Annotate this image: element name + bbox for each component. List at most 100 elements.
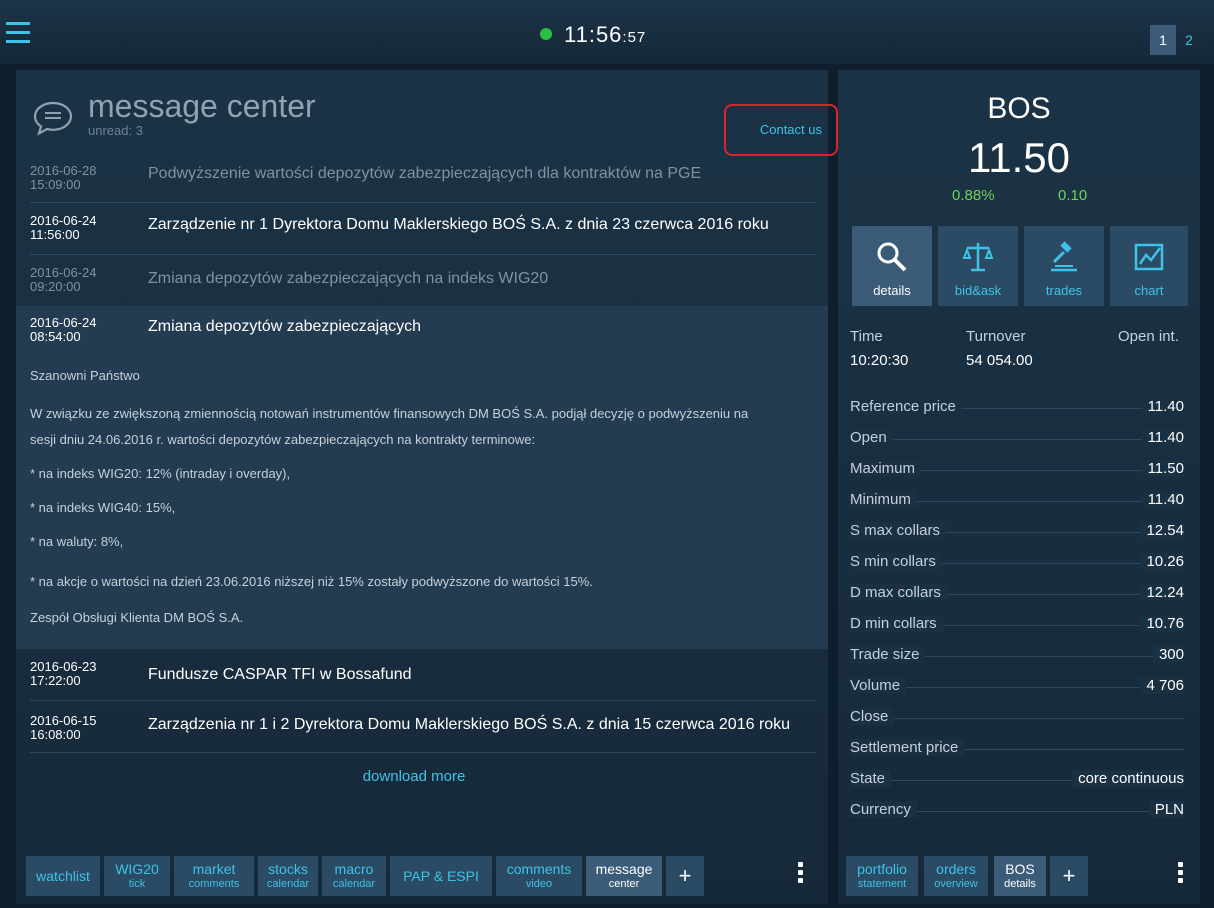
clock-main: 11:56 [564,22,623,47]
detail-label: D min collars [850,615,943,632]
message-subject: Zarządzenia nr 1 i 2 Dyrektora Domu Makl… [148,716,791,733]
detail-value: 11.40 [1141,491,1184,508]
detail-value: 10.26 [1140,553,1184,570]
clock: 11:56:57 [540,22,646,48]
message-body-line: * na indeks WIG40: 15%, [30,500,176,515]
message-body-line: Zespół Obsługi Klienta DM BOŚ S.A. [30,610,244,625]
more-options-icon[interactable] [798,862,804,886]
turnover-header: Turnover [966,328,1026,345]
message-row[interactable]: 2016-06-15 16:08:00 Zarządzenia nr 1 i 2 … [16,708,828,752]
detail-label: Reference price [850,398,962,415]
leader-line [850,718,1184,719]
hamburger-menu-icon[interactable] [6,22,42,48]
message-subject: Fundusze CASPAR TFI w Bossafund [148,666,412,683]
time-header: Time [850,328,883,345]
message-row[interactable]: 2016-06-23 17:22:00 Fundusze CASPAR TFI w… [16,656,828,700]
detail-row: S min collars 10.26 [850,553,1184,577]
message-date: 2016-06-15 16:08:00 [30,713,97,742]
detail-value: 10.76 [1140,615,1184,632]
tab-message-center[interactable]: message center [586,856,662,896]
detail-label: Close [850,708,895,725]
detail-row: Settlement price [850,739,1184,763]
message-body-line: sesji dniu 24.06.2016 r. wartości depozy… [30,432,536,447]
tab-bid-ask[interactable]: bid&ask [938,226,1018,306]
message-row[interactable]: 2016-06-24 09:20:00 Zmiana depozytów zabe… [16,262,828,306]
message-date: 2016-06-24 11:56:00 [30,213,97,242]
message-date: 2016-06-24 09:20:00 [30,265,97,294]
chart-icon [1134,243,1164,271]
message-date: 2016-06-28 15:09:00 [30,163,97,192]
tab-stocks-calendar[interactable]: stocks calendar [258,856,318,896]
tab-watchlist[interactable]: watchlist [26,856,100,896]
contact-us-button[interactable]: Contact us [724,104,838,156]
detail-label: Settlement price [850,739,965,756]
detail-value: PLN [1148,801,1184,818]
detail-row: Open 11.40 [850,429,1184,453]
add-tab-button[interactable]: + [666,856,704,896]
tab-comments-video[interactable]: comments video [496,856,582,896]
detail-row: Maximum 11.50 [850,460,1184,484]
message-body-line: Szanowni Państwo [30,368,140,383]
detail-value: 11.40 [1141,429,1184,446]
tab-portfolio-statement[interactable]: portfolio statement [846,856,918,896]
time-value: 10:20:30 [850,352,909,369]
detail-row: Minimum 11.40 [850,491,1184,515]
detail-value: 11.50 [1141,460,1184,477]
tab-wig20-tick[interactable]: WIG20 tick [104,856,170,896]
chat-bubble-icon [33,101,73,136]
tab-trades[interactable]: trades [1024,226,1104,306]
message-body-line: W związku ze zwiększoną zmiennością noto… [30,406,749,421]
detail-label: State [850,770,892,787]
more-options-icon[interactable] [1178,862,1184,886]
message-subject: Podwyższenie wartości depozytów zabezpie… [148,165,702,182]
tab-bos-details[interactable]: BOS details [994,856,1046,896]
message-body-line: * na akcje o wartości na dzień 23.06.201… [30,574,593,589]
detail-value: 300 [1152,646,1184,663]
detail-label: S max collars [850,522,947,539]
detail-value: 11.40 [1141,398,1184,415]
detail-value: 4 706 [1140,677,1184,694]
detail-row: Close [850,708,1184,732]
detail-row: State core continuous [850,770,1184,794]
detail-value: core continuous [1072,770,1184,787]
instrument-symbol: BOS [987,92,1051,125]
gavel-icon [1051,241,1077,272]
change-percent: 0.88% [952,187,995,204]
message-subject: Zmiana depozytów zabezpieczających [148,318,422,335]
tab-chart[interactable]: chart [1110,226,1188,306]
download-more-link[interactable]: download more [0,768,828,785]
detail-label: S min collars [850,553,942,570]
add-tab-button[interactable]: + [1050,856,1088,896]
message-body-line: * na waluty: 8%, [30,534,124,549]
search-icon [877,242,907,272]
tab-market-comments[interactable]: market comments [174,856,254,896]
detail-label: Trade size [850,646,926,663]
detail-label: Currency [850,801,917,818]
detail-row: Reference price 11.40 [850,398,1184,422]
page-2-button[interactable]: 2 [1176,25,1202,55]
message-row[interactable]: 2016-06-24 11:56:00 Zarządzenie nr 1 Dyre… [16,210,828,254]
scales-icon [962,243,994,272]
change-value: 0.10 [1058,187,1088,204]
message-row[interactable]: 2016-06-28 15:09:00 Podwyższenie wartości… [16,158,828,202]
message-body-line: * na indeks WIG20: 12% (intraday i overd… [30,466,291,481]
tab-macro-calendar[interactable]: macro calendar [322,856,386,896]
unread-count: unread: 3 [88,123,143,138]
detail-label: Open [850,429,893,446]
live-status-dot [540,28,552,40]
detail-value: 12.24 [1140,584,1184,601]
detail-row: Trade size 300 [850,646,1184,670]
tab-pap-espi[interactable]: PAP & ESPI [390,856,492,896]
message-subject: Zarządzenie nr 1 Dyrektora Domu Maklersk… [148,216,769,233]
divider [30,700,816,701]
detail-row: D min collars 10.76 [850,615,1184,639]
detail-row: D max collars 12.24 [850,584,1184,608]
tab-details[interactable]: details [852,226,932,306]
expanded-message[interactable]: 2016-06-24 08:54:00 Zmiana depozytów zabe… [16,306,828,649]
detail-label: D max collars [850,584,947,601]
open-int-header: Open int. [1118,328,1179,345]
page-1-button[interactable]: 1 [1150,25,1176,55]
instrument-price: 11.50 [968,134,1070,181]
detail-row: Currency PLN [850,801,1184,825]
tab-orders-overview[interactable]: orders overview [924,856,988,896]
